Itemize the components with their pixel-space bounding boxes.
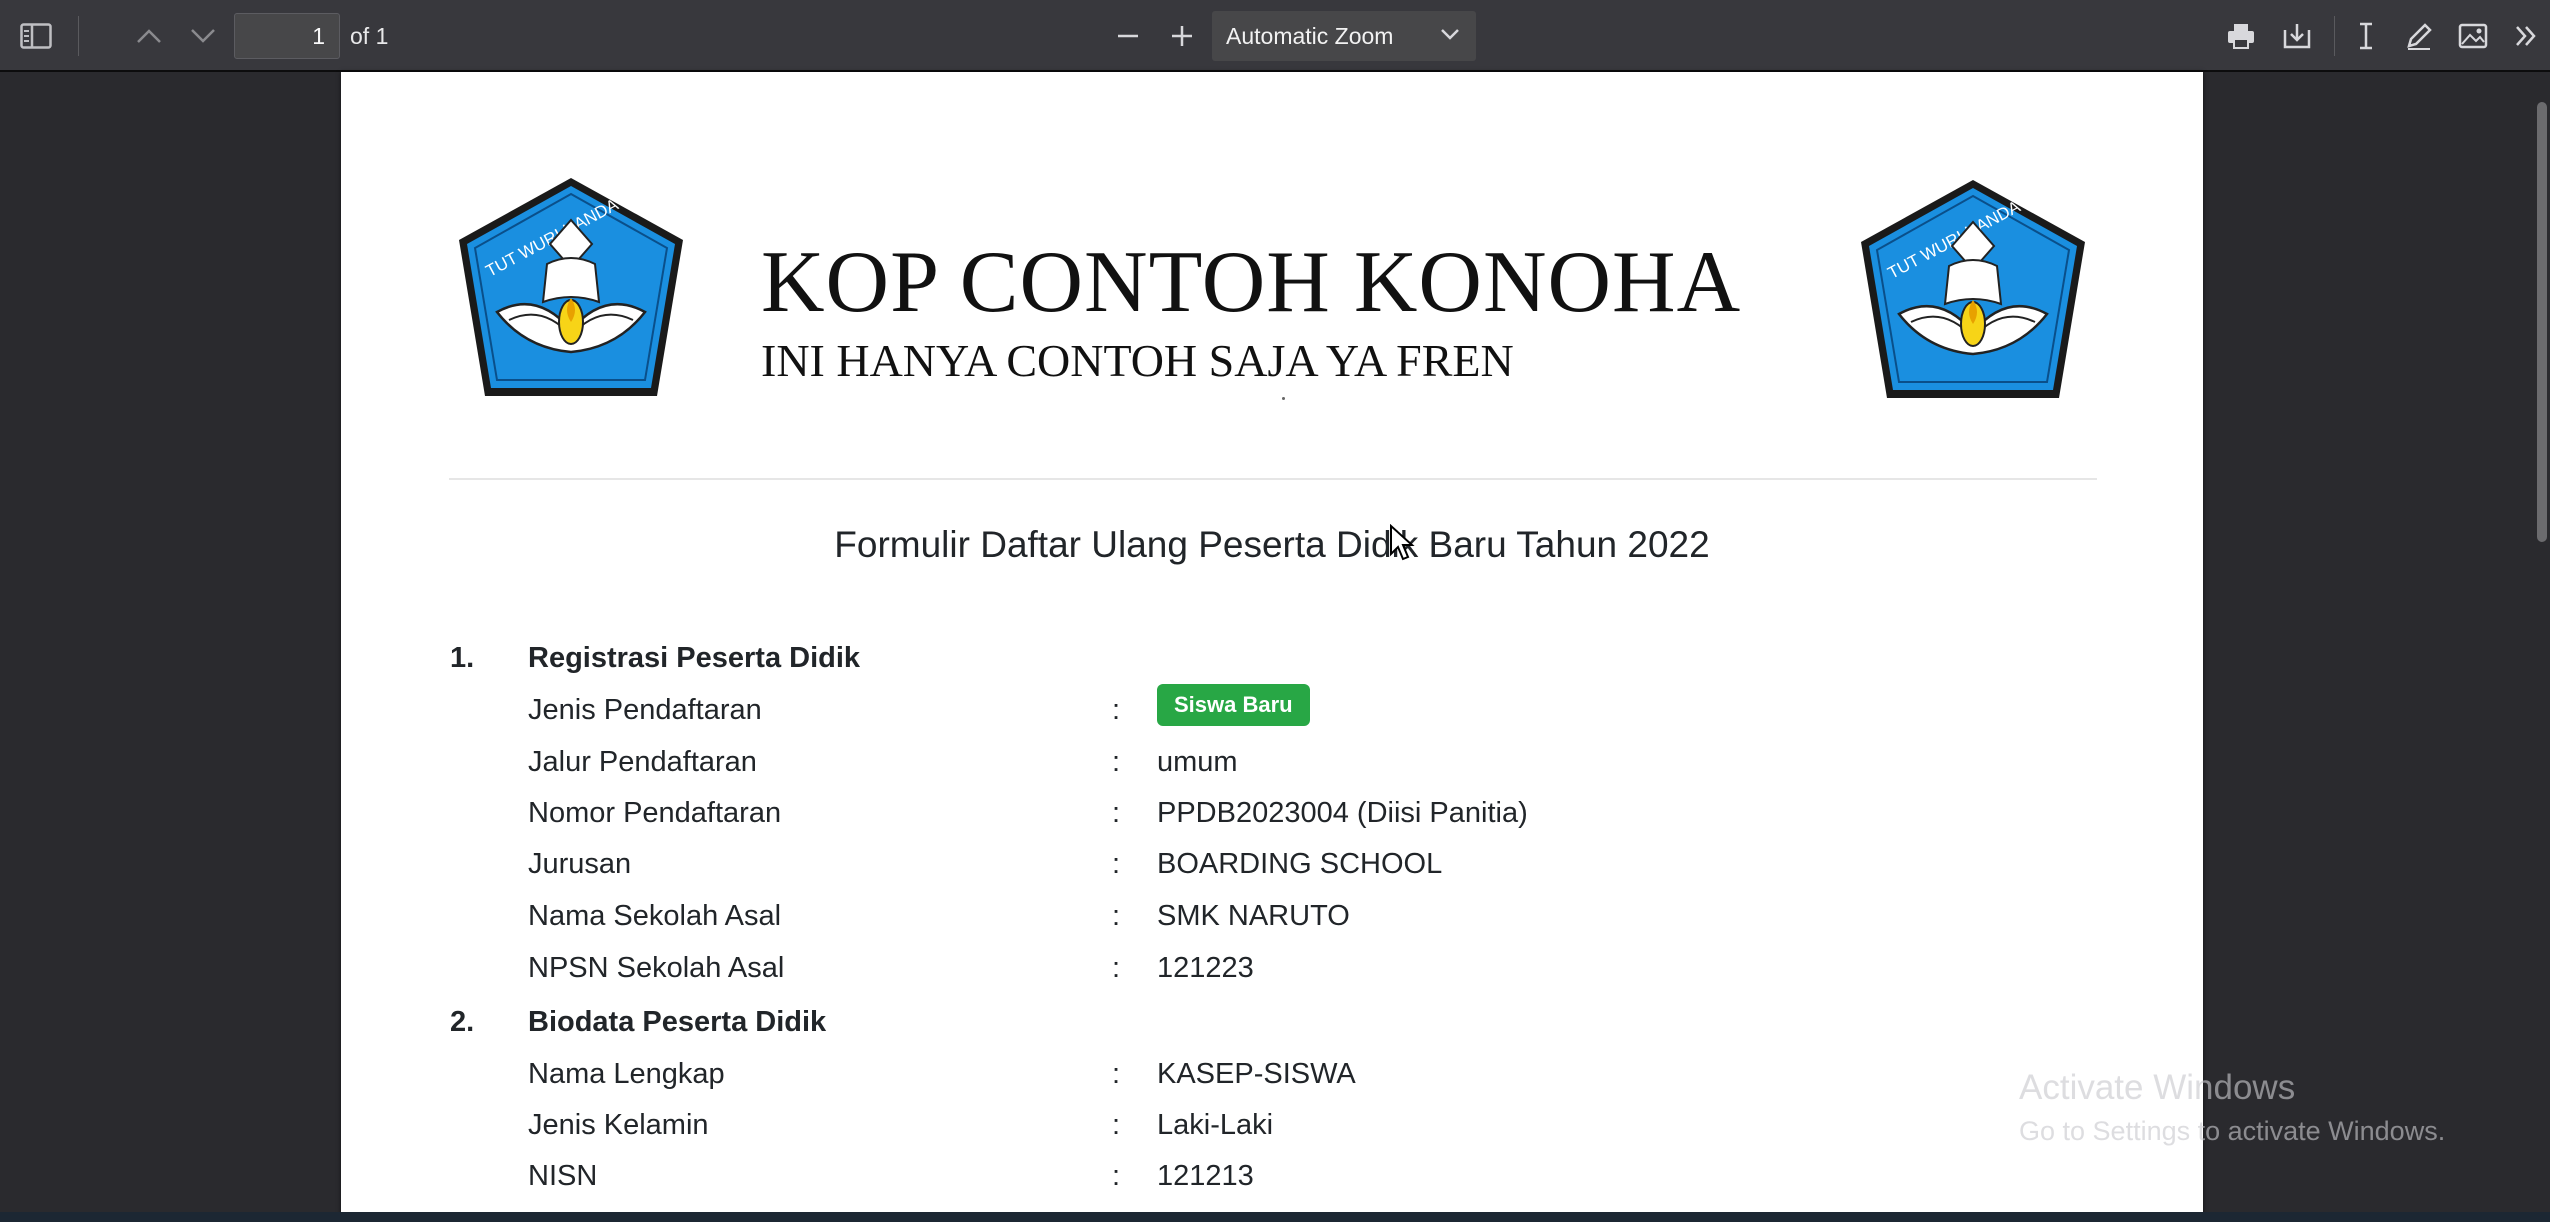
field-label: Nama Lengkap xyxy=(528,1058,725,1090)
tut-wuri-handayani-logo: TUT WURI HANDAYANI xyxy=(1861,180,2085,398)
scrollbar-thumb[interactable] xyxy=(2537,102,2547,542)
field-value: 121213 xyxy=(1157,1160,1254,1192)
form-row: NPSN Sekolah Asal : 121223 xyxy=(341,952,2203,1002)
pdf-viewer-container[interactable]: TUT WURI HANDAYANI KOP CONTOH KONOHA INI… xyxy=(0,72,2550,1222)
toolbar-separator xyxy=(78,16,79,56)
next-page-button[interactable] xyxy=(180,8,226,64)
previous-page-button[interactable] xyxy=(126,8,172,64)
field-label: NISN xyxy=(528,1160,598,1192)
field-value: SMK NARUTO xyxy=(1157,900,1350,932)
image-icon xyxy=(2458,23,2488,49)
form-row: Nomor Pendaftaran : PPDB2023004 (Diisi P… xyxy=(341,797,2203,847)
tut-wuri-handayani-logo: TUT WURI HANDAYANI xyxy=(459,178,683,396)
print-button[interactable] xyxy=(2218,8,2264,64)
sidebar-icon xyxy=(20,23,52,49)
horizontal-divider xyxy=(449,478,2097,480)
field-label: Jenis Kelamin xyxy=(528,1109,709,1141)
form-row: Jalur Pendaftaran : umum xyxy=(341,746,2203,796)
toolbar-separator xyxy=(2334,16,2335,56)
page-count-label: of 1 xyxy=(350,23,389,49)
zoom-in-button[interactable] xyxy=(1158,8,1206,64)
field-colon: : xyxy=(1112,694,1121,726)
minus-icon xyxy=(1118,34,1138,38)
double-chevron-right-icon xyxy=(2516,26,2536,46)
chevron-down-icon xyxy=(191,29,215,43)
field-colon: : xyxy=(1112,900,1121,932)
form-title: Formulir Daftar Ulang Peserta Didik Baru… xyxy=(834,524,1710,565)
section-title: Biodata Peserta Didik xyxy=(528,1006,827,1038)
field-value: KASEP-SISWA xyxy=(1157,1058,1356,1090)
mouse-pointer-icon xyxy=(1390,524,1415,561)
field-colon: : xyxy=(1112,797,1121,829)
download-icon xyxy=(2283,24,2311,49)
field-value: umum xyxy=(1157,746,1238,778)
field-value: Laki-Laki xyxy=(1157,1109,1274,1141)
field-label: Jenis Pendaftaran xyxy=(528,694,762,726)
field-colon: : xyxy=(1112,1160,1121,1192)
watermark-line2: Go to Settings to activate Windows. xyxy=(2019,1116,2446,1146)
pdf-page: TUT WURI HANDAYANI KOP CONTOH KONOHA INI… xyxy=(341,72,2203,1222)
field-colon: : xyxy=(1112,848,1121,880)
field-colon: : xyxy=(1112,746,1121,778)
watermark-line1: Activate Windows xyxy=(2019,1068,2296,1107)
chevron-up-icon xyxy=(137,29,161,43)
stray-dot xyxy=(1282,397,1285,400)
letterhead-title: KOP CONTOH KONOHA xyxy=(761,234,1742,331)
field-value: PPDB2023004 (Diisi Panitia) xyxy=(1157,797,1528,829)
taskbar-edge xyxy=(0,1212,2550,1222)
print-icon xyxy=(2228,24,2254,49)
form-row: NISN : 121213 xyxy=(341,1160,2203,1210)
field-colon: : xyxy=(1112,952,1121,984)
field-label: NPSN Sekolah Asal xyxy=(528,952,785,984)
section-number: 2. xyxy=(450,1006,475,1038)
form-row: Jurusan : BOARDING SCHOOL xyxy=(341,848,2203,898)
zoom-select-value: Automatic Zoom xyxy=(1226,22,1394,49)
field-colon: : xyxy=(1112,1058,1121,1090)
form-row: Jenis Kelamin : Laki-Laki xyxy=(341,1109,2203,1159)
form-row: Nama Sekolah Asal : SMK NARUTO xyxy=(341,900,2203,950)
draw-tool-button[interactable] xyxy=(2396,8,2442,64)
field-value: 121223 xyxy=(1157,952,1254,984)
field-label: Jalur Pendaftaran xyxy=(528,746,757,778)
zoom-select[interactable]: Automatic Zoom xyxy=(1212,11,1476,61)
pdf-toolbar: 1 of 1 Automatic Zoom xyxy=(0,0,2550,72)
pencil-icon xyxy=(2407,23,2432,50)
zoom-out-button[interactable] xyxy=(1104,8,1152,64)
tools-menu-button[interactable] xyxy=(2506,8,2546,64)
field-label: Nama Sekolah Asal xyxy=(528,900,782,932)
form-row: Jenis Pendaftaran : Siswa Baru xyxy=(341,684,2203,744)
letterhead-subtitle: INI HANYA CONTOH SAJA YA FREN xyxy=(761,335,1514,386)
chevron-down-icon xyxy=(1441,29,1459,40)
section-heading-biodata: 2. Biodata Peserta Didik xyxy=(341,1006,2203,1056)
field-label: Jurusan xyxy=(528,848,632,880)
plus-icon xyxy=(1172,26,1192,46)
section-number: 1. xyxy=(450,642,475,674)
add-image-button[interactable] xyxy=(2450,8,2496,64)
text-cursor-icon xyxy=(2360,22,2372,50)
field-value: BOARDING SCHOOL xyxy=(1157,848,1443,880)
status-badge: Siswa Baru xyxy=(1157,684,1310,726)
download-button[interactable] xyxy=(2274,8,2320,64)
form-row: Nama Lengkap : KASEP-SISWA xyxy=(341,1058,2203,1108)
text-select-tool-button[interactable] xyxy=(2344,8,2388,64)
page-number-input[interactable]: 1 xyxy=(234,13,340,59)
field-colon: : xyxy=(1112,1109,1121,1141)
sidebar-toggle-button[interactable] xyxy=(10,8,62,64)
activate-windows-watermark: Activate Windows Go to Settings to activ… xyxy=(2019,1068,2445,1147)
section-title: Registrasi Peserta Didik xyxy=(528,642,861,674)
vertical-scrollbar[interactable] xyxy=(2534,72,2550,1222)
field-label: Nomor Pendaftaran xyxy=(528,797,782,829)
